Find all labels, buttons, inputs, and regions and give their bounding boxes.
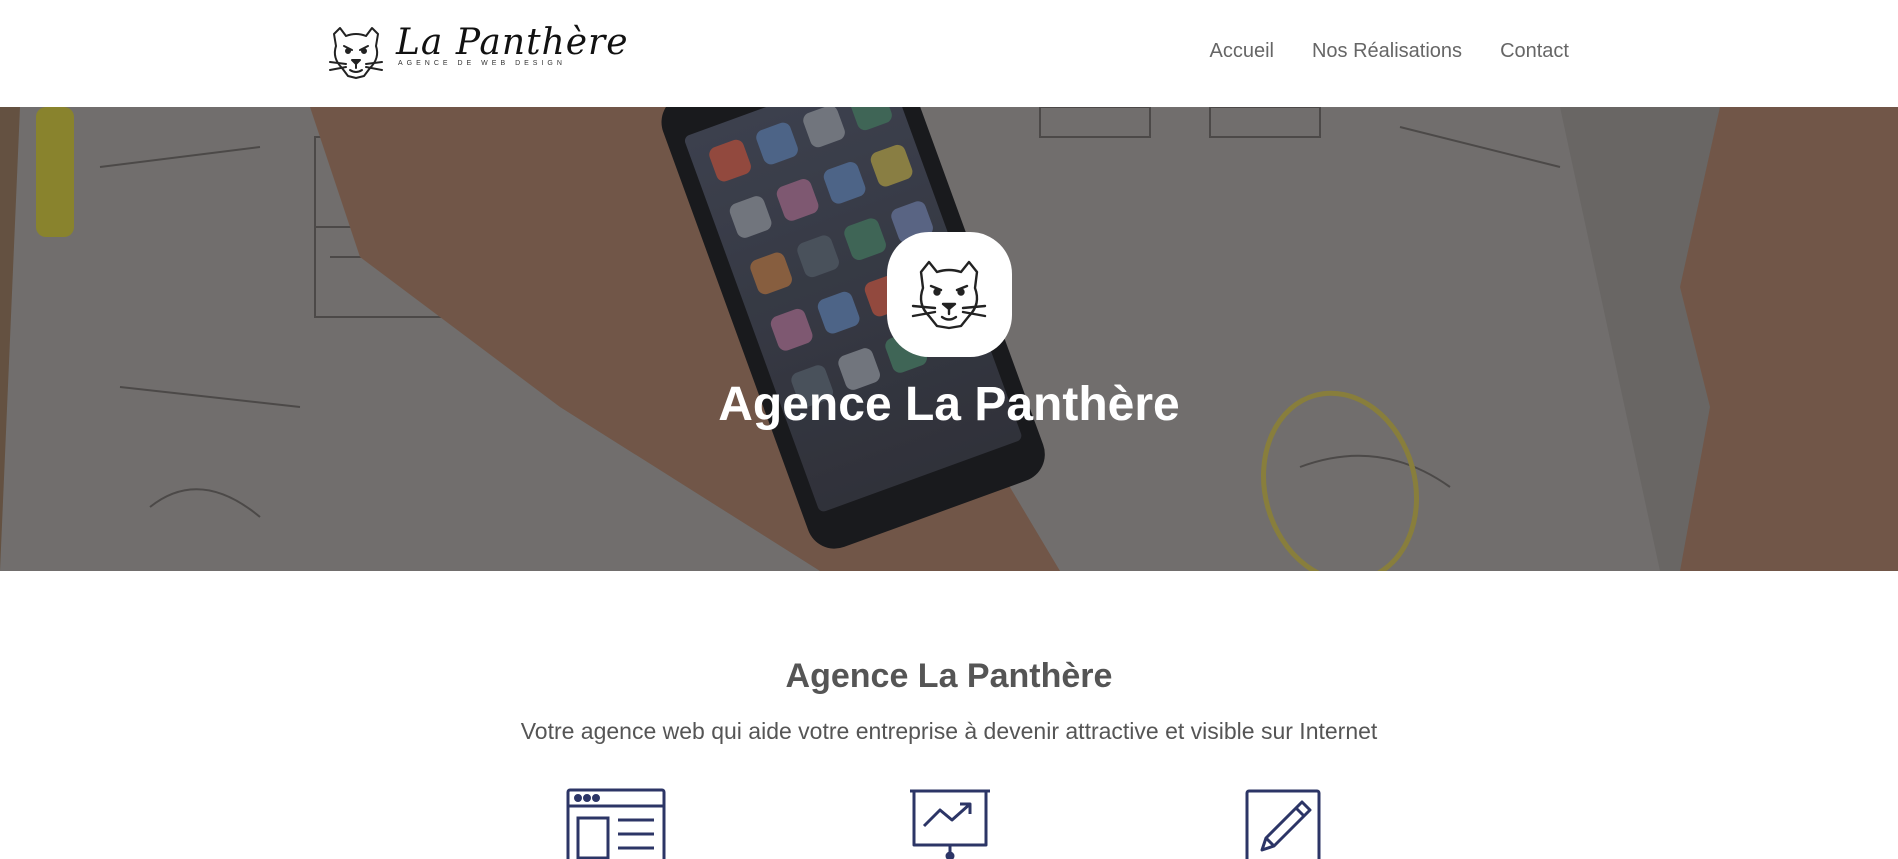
pencil-edit-icon — [1245, 789, 1321, 859]
hero-logo-badge — [887, 232, 1012, 357]
hero-title: Agence La Panthère — [718, 378, 1180, 431]
web-layout-icon — [566, 788, 666, 859]
nav-item-realisations[interactable]: Nos Réalisations — [1312, 40, 1462, 63]
site-header: La Panthère AGENCE DE WEB DESIGN Accueil… — [0, 0, 1898, 107]
nav-item-contact[interactable]: Contact — [1500, 40, 1569, 63]
brand-tagline: AGENCE DE WEB DESIGN — [398, 60, 566, 67]
brand-logo[interactable]: La Panthère AGENCE DE WEB DESIGN — [326, 22, 628, 82]
intro-subtitle: Votre agence web qui aide votre entrepri… — [520, 718, 1378, 744]
presentation-chart-icon — [910, 789, 990, 859]
main-nav: Accueil Nos Réalisations Contact — [1210, 40, 1570, 63]
panther-head-icon — [329, 27, 383, 79]
brand-name: La Panthère — [396, 22, 629, 63]
hero-banner: Agence La Panthère — [0, 107, 1898, 571]
intro-title: Agence La Panthère — [785, 657, 1113, 695]
panther-head-icon — [911, 260, 987, 330]
nav-item-accueil[interactable]: Accueil — [1210, 40, 1274, 63]
